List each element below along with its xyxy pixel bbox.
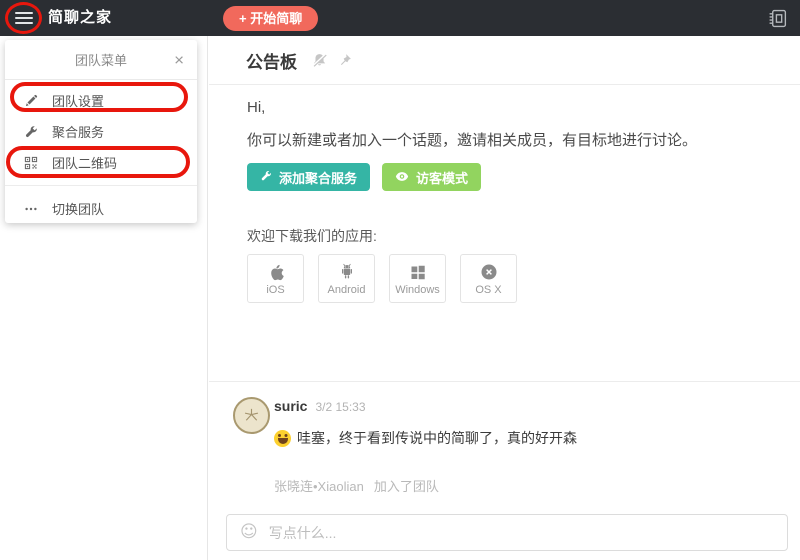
bell-muted-icon[interactable] — [311, 53, 328, 68]
message-composer: ☺ — [226, 514, 788, 551]
guest-mode-button[interactable]: 访客模式 — [382, 163, 481, 191]
qrcode-icon — [23, 155, 39, 171]
apple-icon — [268, 262, 284, 282]
greeting-text: Hi, — [247, 99, 265, 116]
start-chat-button[interactable]: + 开始简聊 — [223, 6, 318, 31]
add-service-button[interactable]: 添加聚合服务 — [247, 163, 370, 191]
app-header: 简聊之家 + 开始简聊 — [0, 0, 800, 36]
menu-item-label: 聚合服务 — [52, 122, 104, 141]
app-label: iOS — [266, 284, 284, 296]
message-author: suric — [274, 398, 307, 414]
smiley-icon[interactable]: ☺ — [240, 524, 258, 541]
eye-icon — [395, 170, 409, 185]
pencil-icon — [23, 93, 39, 109]
app-card-android[interactable]: Android — [318, 254, 375, 303]
menu-item-team-qrcode[interactable]: 团队二维码 — [5, 147, 197, 178]
app-label: Windows — [395, 284, 440, 296]
menu-item-label: 团队二维码 — [52, 153, 117, 172]
menu-item-aggregate-services[interactable]: 聚合服务 — [5, 116, 197, 147]
download-prompt: 欢迎下载我们的应用: — [247, 226, 377, 246]
app-card-osx[interactable]: OS X — [460, 254, 517, 303]
message-text: 哇塞，终于看到传说中的简聊了，真的好开森 — [297, 428, 577, 448]
feed-divider — [209, 381, 800, 382]
hamburger-icon — [15, 12, 33, 14]
app-card-ios[interactable]: iOS — [247, 254, 304, 303]
add-service-label: 添加聚合服务 — [279, 168, 357, 187]
app-label: OS X — [475, 284, 501, 296]
guest-mode-label: 访客模式 — [416, 168, 468, 187]
message-timestamp: 3/2 15:33 — [315, 400, 365, 414]
osx-icon — [480, 262, 498, 282]
team-menu-panel: 团队菜单 × 团队设置 聚合服务 团队二维码 — [5, 40, 197, 223]
app-card-windows[interactable]: Windows — [389, 254, 446, 303]
team-menu-header: 团队菜单 × — [5, 40, 197, 80]
team-name-title: 简聊之家 — [48, 0, 112, 36]
wrench-icon — [260, 170, 272, 185]
avatar[interactable] — [233, 397, 270, 434]
intro-text: 你可以新建或者加入一个话题，邀请相关成员，有目标地进行讨论。 — [247, 129, 697, 150]
message-body: 哇塞，终于看到传说中的简聊了，真的好开森 — [274, 428, 577, 448]
app-label: Android — [328, 284, 366, 296]
main-content: 公告板 Hi, 你可以新建或者加入一个话题，邀请相关成员，有目标地进行讨论。 添… — [209, 36, 800, 560]
android-icon — [339, 262, 355, 282]
grin-emoji-icon — [274, 430, 291, 447]
menu-item-switch-team[interactable]: 切换团队 — [5, 193, 197, 224]
notebook-icon[interactable] — [768, 9, 788, 28]
app-download-row: iOS Android Windows — [247, 254, 517, 303]
menu-item-label: 切换团队 — [52, 199, 104, 218]
ellipsis-icon — [23, 201, 39, 217]
message-input[interactable] — [269, 525, 774, 541]
system-event: 张晓连•Xiaolian 加入了团队 — [274, 476, 439, 495]
system-event-action: 加入了团队 — [374, 479, 439, 494]
windows-icon — [410, 262, 426, 282]
close-icon[interactable]: × — [174, 51, 184, 68]
topic-title: 公告板 — [246, 48, 297, 73]
menu-item-team-settings[interactable]: 团队设置 — [5, 85, 197, 116]
menu-divider — [5, 185, 197, 186]
topic-header: 公告板 — [209, 36, 800, 85]
wrench-icon — [23, 124, 39, 140]
pin-icon[interactable] — [337, 53, 352, 68]
hamburger-menu-button[interactable] — [15, 12, 33, 24]
system-event-member: 张晓连•Xiaolian — [274, 479, 364, 494]
team-menu-title: 团队菜单 — [75, 50, 127, 69]
menu-item-label: 团队设置 — [52, 91, 104, 110]
